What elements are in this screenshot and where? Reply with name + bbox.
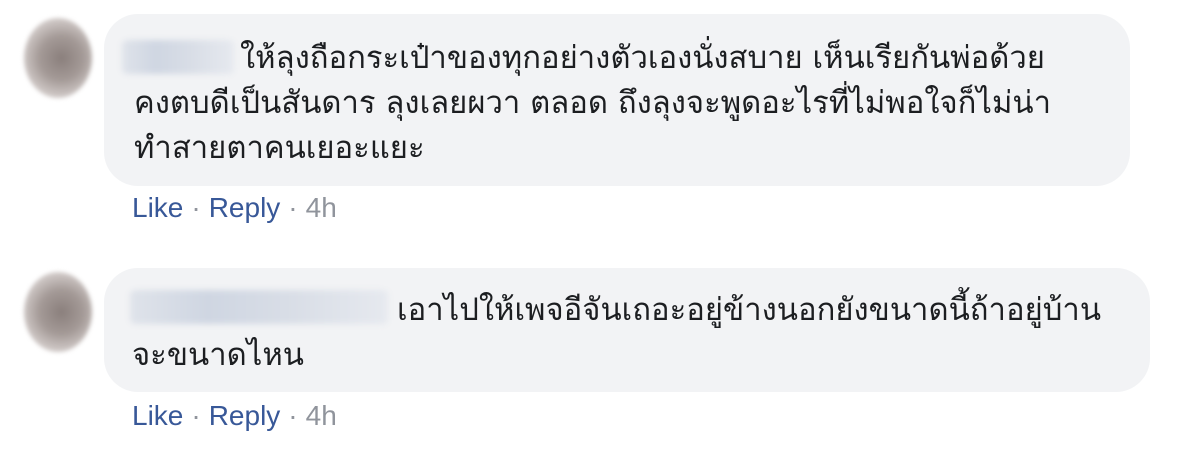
comment-text: ให้ลุงถือกระเป๋าของทุกอย่างตัวเองนั่งสบา… [134, 40, 1055, 166]
action-separator: · [288, 400, 298, 431]
comment-actions: Like · Reply · 4h [132, 192, 337, 224]
comment-timestamp[interactable]: 4h [306, 400, 337, 431]
comment-text: เอาไปให้เพจอีจันเถอะอยู่ข้างนอกยังขนาดนี… [132, 292, 1102, 373]
reply-link[interactable]: Reply [209, 192, 281, 223]
comment-timestamp[interactable]: 4h [306, 192, 337, 223]
action-separator: · [191, 192, 201, 223]
like-link[interactable]: Like [132, 192, 183, 223]
comment-actions: Like · Reply · 4h [132, 400, 337, 432]
action-separator: · [288, 192, 298, 223]
commenter-avatar[interactable] [24, 18, 92, 98]
commenter-avatar[interactable] [24, 272, 92, 352]
action-separator: · [191, 400, 201, 431]
like-link[interactable]: Like [132, 400, 183, 431]
reply-link[interactable]: Reply [209, 400, 281, 431]
